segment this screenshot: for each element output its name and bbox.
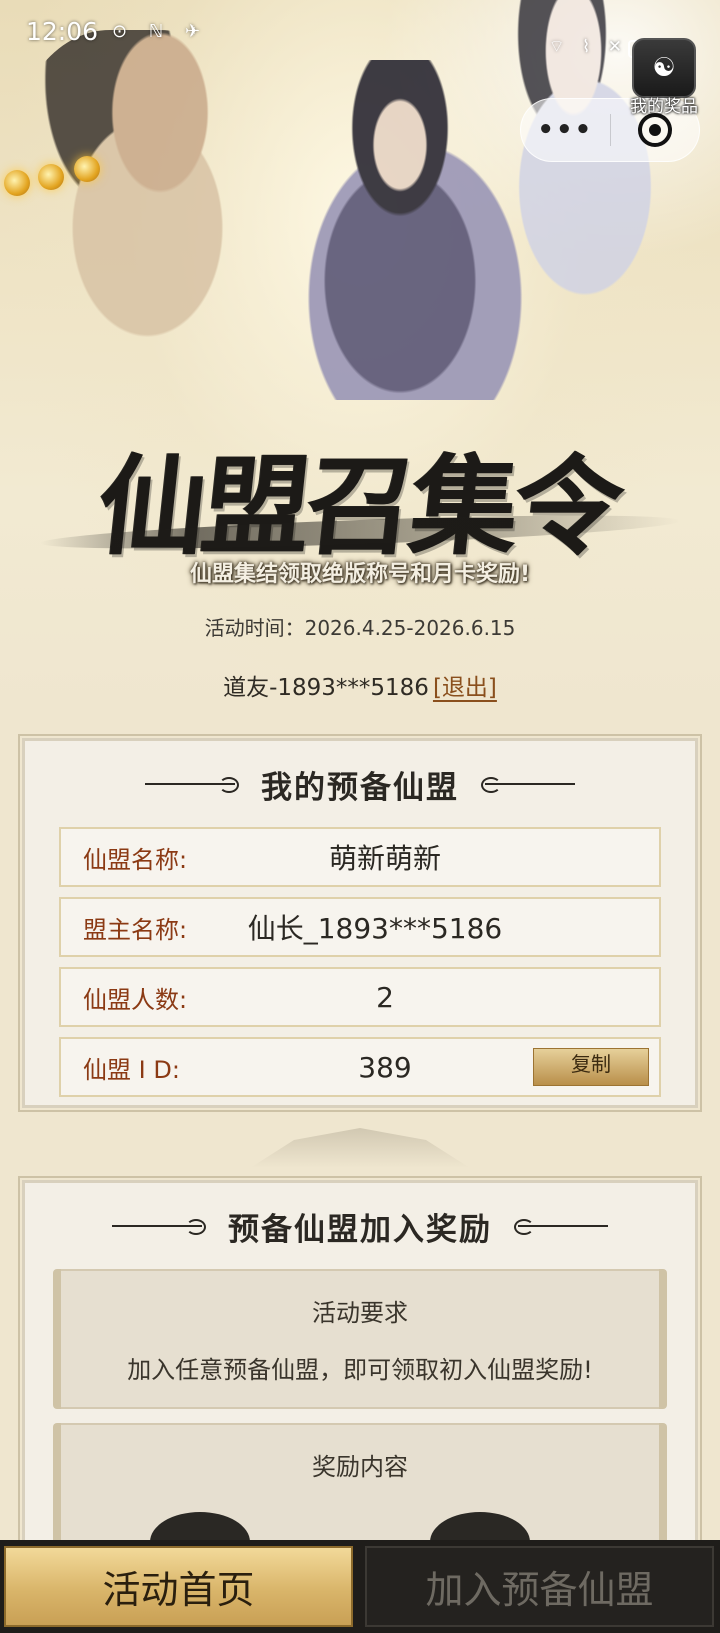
my-alliance-title: 我的预备仙盟	[261, 769, 459, 806]
bottom-tab-bar: 活动首页 加入预备仙盟	[0, 1540, 720, 1633]
my-prize-button[interactable]: ☯ 我的奖品	[614, 38, 714, 128]
status-icons: ⊙ ℕ ✈	[112, 20, 209, 42]
leader-name-row: 盟主名称: 仙长_1893***5186	[59, 897, 661, 957]
my-alliance-card: 我的预备仙盟 仙盟名称: 萌新萌新 盟主名称: 仙长_1893***5186 仙…	[22, 738, 698, 1108]
alliance-id-value: 389	[358, 1050, 412, 1084]
alliance-id-label: 仙盟 I D:	[83, 1055, 180, 1084]
alliance-name-label: 仙盟名称:	[83, 845, 188, 874]
alliance-name-row: 仙盟名称: 萌新萌新	[59, 827, 661, 887]
flourish-left	[145, 777, 239, 793]
alliance-id-row: 仙盟 I D: 389 复制	[59, 1037, 661, 1097]
more-icon[interactable]: •••	[521, 115, 610, 145]
banner-title: 仙盟召集令	[92, 444, 626, 570]
requirement-title: 活动要求	[312, 1299, 408, 1327]
alliance-name-value: 萌新萌新	[328, 842, 441, 875]
card-header: 我的预备仙盟	[25, 741, 695, 827]
copy-button[interactable]: 复制	[533, 1048, 649, 1086]
member-count-row: 仙盟人数: 2	[59, 967, 661, 1027]
join-reward-card: 预备仙盟加入奖励 活动要求 加入任意预备仙盟，即可领取初入仙盟奖励! 奖励内容	[22, 1180, 698, 1563]
reward-avatars	[0, 1512, 720, 1572]
flourish-right	[481, 777, 575, 793]
requirement-box: 活动要求 加入任意预备仙盟，即可领取初入仙盟奖励!	[53, 1269, 667, 1409]
tab-home[interactable]: 活动首页	[4, 1546, 353, 1627]
card-header: 预备仙盟加入奖励	[25, 1183, 695, 1269]
banner-subtitle: 仙盟集结领取绝版称号和月卡奖励!	[189, 562, 531, 587]
status-time: 12:06	[26, 16, 99, 46]
tab-join-alliance[interactable]: 加入预备仙盟	[365, 1546, 714, 1627]
leader-name-value: 仙长_1893***5186	[247, 912, 503, 945]
reward-title: 奖励内容	[312, 1453, 408, 1481]
golden-orbs	[0, 150, 200, 230]
user-name: 道友-1893***5186	[223, 675, 429, 701]
member-count-label: 仙盟人数:	[83, 985, 188, 1014]
requirement-text: 加入任意预备仙盟，即可领取初入仙盟奖励!	[127, 1356, 593, 1384]
member-count-value: 2	[376, 980, 394, 1014]
flourish-right	[514, 1219, 608, 1235]
user-line: 道友-1893***5186 [退出]	[0, 668, 720, 702]
flourish-left	[112, 1219, 206, 1235]
join-reward-title: 预备仙盟加入奖励	[228, 1211, 492, 1248]
pavilion-roof	[250, 1128, 470, 1168]
my-prize-label: 我的奖品	[630, 97, 698, 117]
event-time: 活动时间：2026.4.25-2026.6.15	[204, 616, 516, 640]
treasure-chest-icon: ☯	[632, 38, 696, 98]
logout-link[interactable]: [退出]	[433, 675, 497, 701]
